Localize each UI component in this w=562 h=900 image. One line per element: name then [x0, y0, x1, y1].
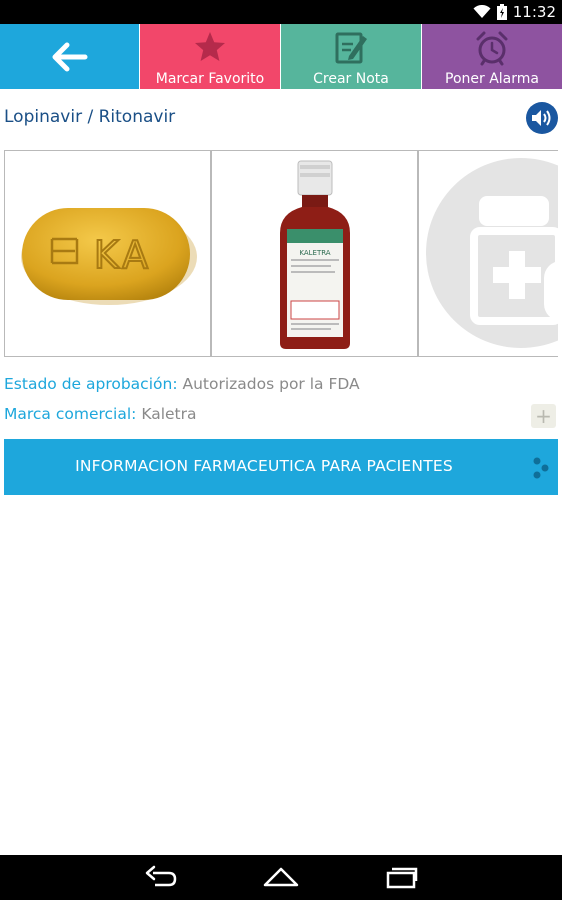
star-icon: [195, 32, 225, 61]
alarm-clock-icon: [476, 31, 508, 66]
status-time: 11:32: [512, 3, 556, 21]
recents-nav-icon[interactable]: [386, 865, 418, 889]
favorite-label: Marcar Favorito: [155, 71, 265, 87]
navigation-bar: [0, 855, 562, 900]
drug-title: Lopinavir / Ritonavir: [4, 107, 176, 127]
placeholder-image[interactable]: [418, 150, 558, 357]
medicine-placeholder-icon: [426, 158, 558, 348]
arrow-left-icon: [52, 42, 87, 71]
favorite-button[interactable]: Marcar Favorito: [139, 24, 280, 89]
expand-brands-button[interactable]: +: [531, 404, 556, 428]
back-button[interactable]: [0, 24, 139, 89]
create-note-button[interactable]: Crear Nota: [280, 24, 421, 89]
speak-button[interactable]: [526, 102, 558, 134]
alarm-button[interactable]: Poner Alarma: [421, 24, 562, 89]
dots-icon: [533, 457, 549, 479]
brand-label: Marca comercial:: [4, 405, 137, 423]
home-nav-icon[interactable]: [263, 865, 299, 889]
status-bar: 11:32: [0, 0, 562, 24]
patient-info-label: INFORMACION FARMACEUTICA PARA PACIENTES: [75, 457, 453, 475]
brand-row: Marca comercial: Kaletra: [4, 405, 197, 423]
image-gallery[interactable]: KA KALETRA: [4, 150, 558, 357]
bottle-drawing: KALETRA: [280, 160, 350, 349]
bottle-image[interactable]: KALETRA: [211, 150, 418, 357]
pill-drawing: KA: [21, 208, 197, 305]
status-icons: 11:32: [473, 2, 556, 22]
speaker-icon: [532, 110, 551, 126]
note-edit-icon: [335, 32, 367, 64]
back-nav-icon[interactable]: [145, 865, 177, 889]
approval-value: Autorizados por la FDA: [182, 375, 360, 393]
pill-imprint: KA: [94, 233, 152, 277]
alarm-label: Poner Alarma: [445, 71, 539, 87]
bottle-label: KALETRA: [299, 249, 330, 257]
action-toolbar: Marcar Favorito Crear Nota Poner Alarma: [0, 24, 562, 89]
wifi-icon: [473, 5, 491, 18]
pill-image[interactable]: KA: [4, 150, 211, 357]
brand-value: Kaletra: [141, 405, 197, 423]
patient-info-button[interactable]: INFORMACION FARMACEUTICA PARA PACIENTES: [4, 439, 558, 495]
note-label: Crear Nota: [313, 71, 389, 87]
approval-row: Estado de aprobación: Autorizados por la…: [4, 375, 360, 393]
approval-label: Estado de aprobación:: [4, 375, 178, 393]
battery-icon: [496, 4, 507, 20]
